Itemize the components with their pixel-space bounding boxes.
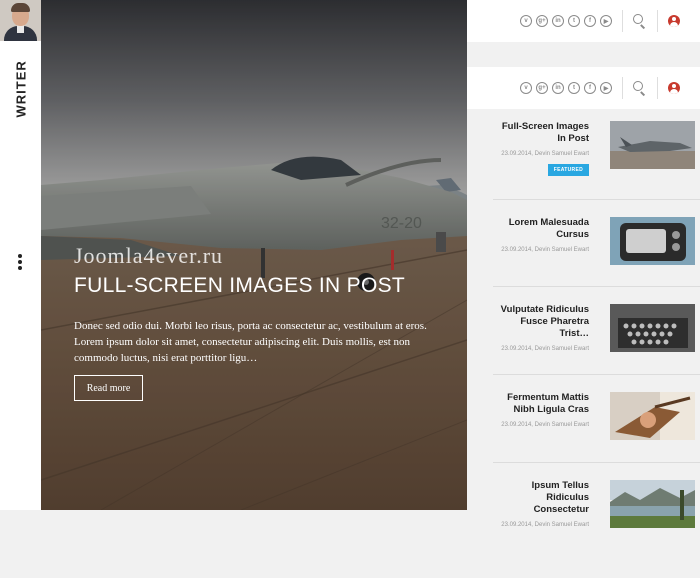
article-meta: 23.09.2014, Devin Samuel Ewart (501, 247, 589, 253)
youtube-icon[interactable]: ▶ (600, 82, 612, 94)
author-avatar[interactable] (0, 0, 41, 41)
list-item[interactable]: Ipsum Tellus Ridiculus Consectetur 23.09… (493, 480, 695, 540)
list-item[interactable]: Vulputate Ridiculus Fusce Pharetra Trist… (493, 304, 695, 364)
article-thumbnail[interactable] (610, 392, 695, 440)
hero-title[interactable]: FULL-SCREEN IMAGES IN POST (74, 274, 405, 298)
twitter-icon[interactable]: t (568, 82, 580, 94)
divider (493, 286, 700, 287)
divider (622, 10, 623, 32)
divider (657, 77, 658, 99)
google-plus-icon[interactable]: g+ (536, 82, 548, 94)
article-meta: 23.09.2014, Devin Samuel Ewart (501, 422, 589, 428)
linkedin-icon[interactable]: in (552, 15, 564, 27)
hero-excerpt: Donec sed odio dui. Morbi leo risus, por… (74, 320, 427, 364)
article-meta: 23.09.2014, Devin Samuel Ewart (501, 522, 589, 528)
left-rail: WRITER (0, 0, 41, 510)
divider (657, 10, 658, 32)
twitter-icon[interactable]: t (568, 15, 580, 27)
page: WRITER Joomla4ever.ru FULL-SCREEN IMAGES… (0, 0, 700, 578)
article-title[interactable]: Lorem Malesuada Cursus (493, 217, 589, 241)
search-icon[interactable] (633, 14, 647, 29)
divider (622, 77, 623, 99)
article-thumbnail[interactable] (610, 121, 695, 169)
article-meta: 23.09.2014, Devin Samuel Ewart (501, 346, 589, 352)
article-title[interactable]: Full-Screen Images In Post (493, 121, 589, 145)
header-bar-sticky: v g+ in t f ▶ (467, 67, 700, 109)
list-item[interactable]: Lorem Malesuada Cursus 23.09.2014, Devin… (493, 217, 695, 277)
article-meta: 23.09.2014, Devin Samuel Ewart (501, 151, 589, 157)
youtube-icon[interactable]: ▶ (600, 15, 612, 27)
facebook-icon[interactable]: f (584, 15, 596, 27)
linkedin-icon[interactable]: in (552, 82, 564, 94)
article-title[interactable]: Vulputate Ridiculus Fusce Pharetra Trist… (493, 304, 589, 340)
facebook-icon[interactable]: f (584, 82, 596, 94)
list-item[interactable]: Full-Screen Images In Post 23.09.2014, D… (493, 121, 695, 181)
article-thumbnail[interactable] (610, 304, 695, 352)
article-title[interactable]: Ipsum Tellus Ridiculus Consectetur (493, 480, 589, 516)
user-icon[interactable] (668, 15, 680, 27)
read-more-button[interactable]: Read more (74, 375, 143, 401)
divider (493, 199, 700, 200)
hero-post[interactable]: 32-20 Joomla4ever.ru FULL-SCREEN IMAGES … (41, 0, 467, 510)
hero-watermark: Joomla4ever.ru (74, 243, 224, 268)
divider (493, 462, 700, 463)
social-links: v g+ in t f ▶ (520, 82, 612, 94)
more-menu-icon[interactable] (17, 254, 23, 272)
article-title[interactable]: Fermentum Mattis Nibh Ligula Cras (493, 392, 589, 416)
search-icon[interactable] (633, 81, 647, 96)
featured-badge: FEATURED (547, 164, 589, 176)
article-thumbnail[interactable] (610, 480, 695, 528)
article-thumbnail[interactable] (610, 217, 695, 265)
vimeo-icon[interactable]: v (520, 15, 532, 27)
list-item[interactable]: Fermentum Mattis Nibh Ligula Cras 23.09.… (493, 392, 695, 452)
divider (493, 374, 700, 375)
site-title[interactable]: WRITER (14, 60, 29, 117)
social-links: v g+ in t f ▶ (520, 15, 612, 27)
header-bar-top: v g+ in t f ▶ (467, 0, 700, 42)
vimeo-icon[interactable]: v (520, 82, 532, 94)
user-icon[interactable] (668, 82, 680, 94)
google-plus-icon[interactable]: g+ (536, 15, 548, 27)
